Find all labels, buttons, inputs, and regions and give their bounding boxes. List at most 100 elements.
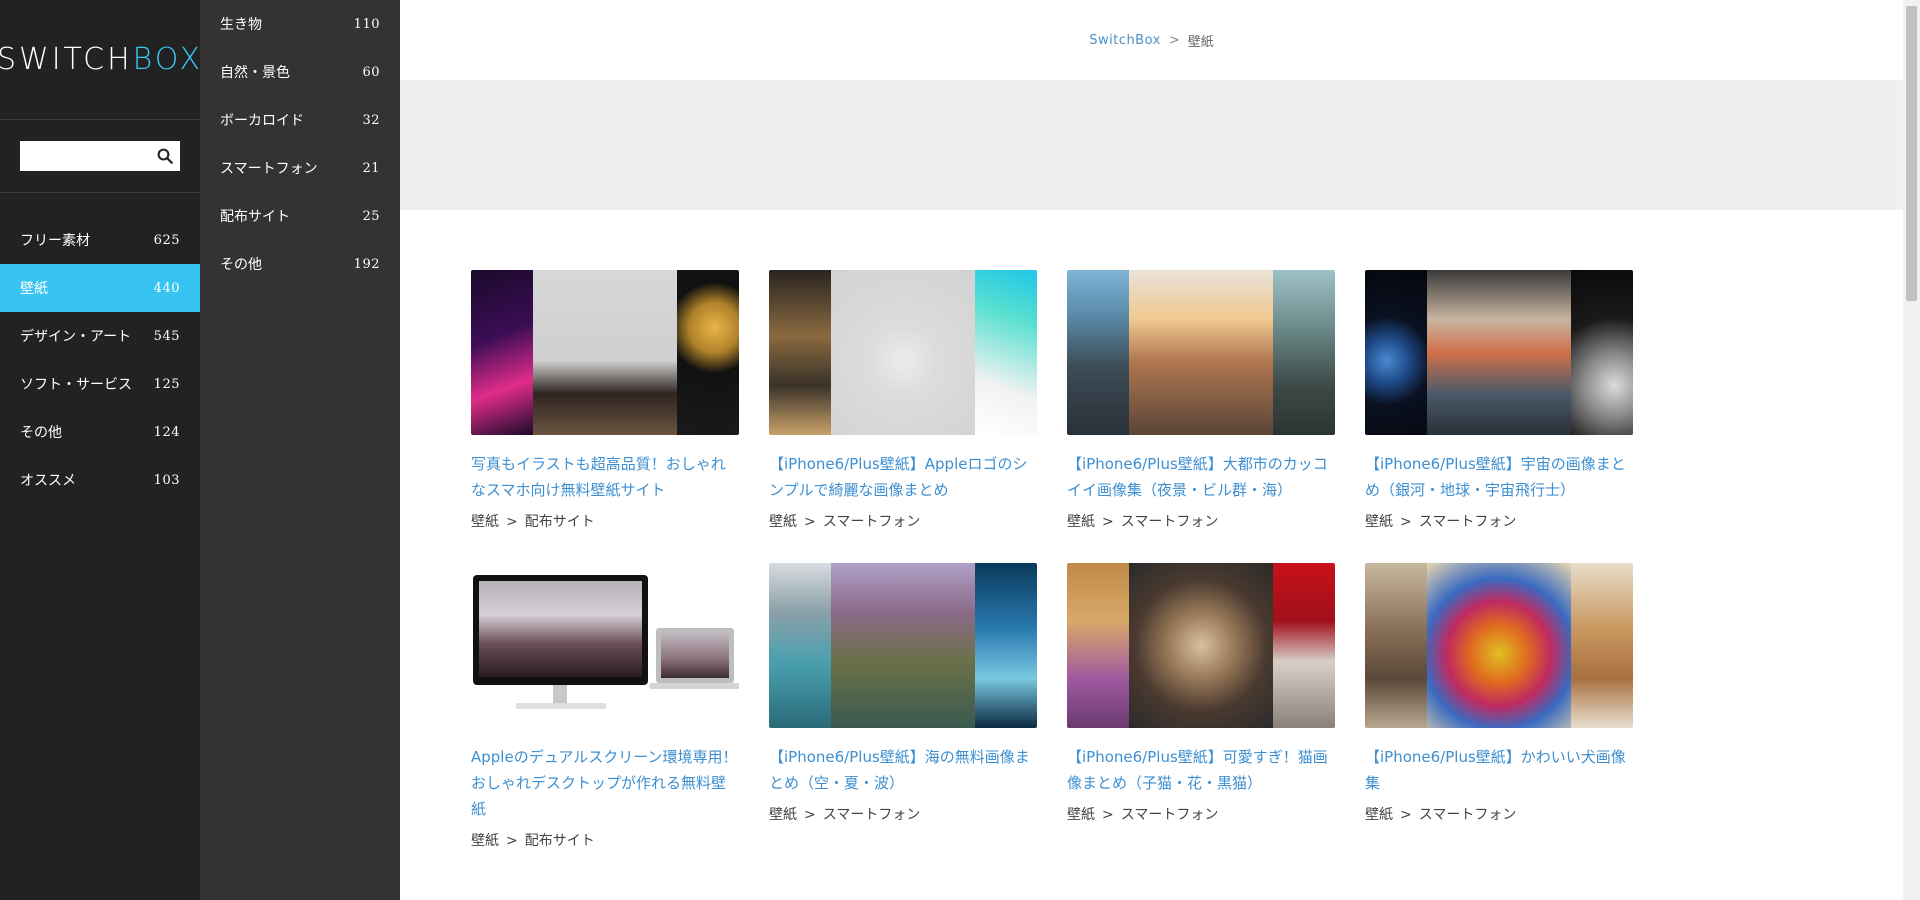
category-separator: > [1102,807,1114,823]
search-box [20,141,180,171]
subnav-item-smartphone[interactable]: スマートフォン 21 [200,144,400,192]
category-link[interactable]: 壁紙 [1067,807,1095,823]
nav-item-count: 625 [153,232,180,248]
category-separator: > [506,514,518,530]
article-thumbnail[interactable] [769,563,1037,728]
subcategory-link[interactable]: スマートフォン [1121,807,1219,823]
vertical-scrollbar[interactable] [1903,0,1920,900]
article-thumbnail[interactable] [1365,563,1633,728]
subnav-item-count: 60 [362,64,380,80]
nav-item-count: 124 [153,424,180,440]
subcategory-link[interactable]: スマートフォン [823,807,921,823]
article-card: 【iPhone6/Plus壁紙】Appleロゴのシンプルで綺麗な画像まとめ 壁紙… [769,270,1037,531]
subnav-item-count: 110 [353,16,380,32]
article-thumbnail[interactable] [769,270,1037,435]
subcategory-link[interactable]: スマートフォン [1419,514,1517,530]
article-card: 【iPhone6/Plus壁紙】かわいい犬画像集 壁紙 > スマートフォン [1365,563,1633,850]
nav-item-count: 440 [153,280,180,296]
nav-item-recommended[interactable]: オススメ 103 [0,456,200,504]
article-thumbnail[interactable] [1067,270,1335,435]
article-thumbnail[interactable] [1365,270,1633,435]
article-title-link[interactable]: Appleのデュアルスクリーン環境専用！おしゃれデスクトップが作れる無料壁紙 [471,744,739,822]
search-input[interactable] [20,141,150,171]
article-card: 写真もイラストも超高品質！おしゃれなスマホ向け無料壁紙サイト 壁紙 > 配布サイト [471,270,739,531]
nav-item-count: 545 [153,328,180,344]
subnav-item-nature[interactable]: 自然・景色 60 [200,48,400,96]
article-category: 壁紙 > 配布サイト [471,511,739,531]
subnav-item-label: その他 [220,257,262,273]
article-title-link[interactable]: 【iPhone6/Plus壁紙】大都市のカッコイイ画像集（夜景・ビル群・海） [1067,451,1335,503]
article-thumbnail[interactable] [471,563,739,728]
main-content: SwitchBox > 壁紙 写真もイラストも超高品質！おしゃれなスマホ向け無料… [400,0,1903,900]
subnav-item-label: スマートフォン [220,161,318,177]
category-separator: > [1400,807,1412,823]
category-separator: > [1400,514,1412,530]
subnav-item-label: 自然・景色 [220,65,290,81]
nav-item-label: オススメ [20,473,76,489]
subcategory-link[interactable]: 配布サイト [525,833,595,849]
category-separator: > [1102,514,1114,530]
article-title-link[interactable]: 【iPhone6/Plus壁紙】Appleロゴのシンプルで綺麗な画像まとめ [769,451,1037,503]
category-separator: > [506,833,518,849]
article-card: 【iPhone6/Plus壁紙】大都市のカッコイイ画像集（夜景・ビル群・海） 壁… [1067,270,1335,531]
primary-sidebar: SWITCH BOX フリー素材 625 壁紙 440 デザイン・アート 545 … [0,0,200,900]
article-title-link[interactable]: 【iPhone6/Plus壁紙】可愛すぎ！猫画像まとめ（子猫・花・黒猫） [1067,744,1335,796]
primary-nav: フリー素材 625 壁紙 440 デザイン・アート 545 ソフト・サービス 1… [0,216,200,504]
nav-item-label: フリー素材 [20,233,90,249]
nav-item-count: 125 [153,376,180,392]
subnav-item-count: 32 [362,112,380,128]
article-category: 壁紙 > スマートフォン [1067,804,1335,824]
subcategory-link[interactable]: 配布サイト [525,514,595,530]
secondary-sidebar: 生き物 110 自然・景色 60 ボーカロイド 32 スマートフォン 21 配布… [200,0,400,900]
nav-item-count: 103 [153,472,180,488]
nav-item-wallpaper[interactable]: 壁紙 440 [0,264,200,312]
article-card: Appleのデュアルスクリーン環境専用！おしゃれデスクトップが作れる無料壁紙 壁… [471,563,739,850]
subcategory-link[interactable]: スマートフォン [1419,807,1517,823]
subnav-item-count: 21 [362,160,380,176]
article-category: 壁紙 > スマートフォン [1365,804,1633,824]
category-link[interactable]: 壁紙 [769,807,797,823]
nav-item-label: デザイン・アート [20,329,132,345]
logo-text-switch: SWITCH [0,42,133,77]
subcategory-link[interactable]: スマートフォン [1121,514,1219,530]
search-icon[interactable] [156,147,174,165]
nav-item-software-service[interactable]: ソフト・サービス 125 [0,360,200,408]
category-link[interactable]: 壁紙 [1067,514,1095,530]
category-link[interactable]: 壁紙 [769,514,797,530]
subnav-item-creatures[interactable]: 生き物 110 [200,0,400,48]
breadcrumb-separator: > [1168,32,1180,48]
subcategory-link[interactable]: スマートフォン [823,514,921,530]
category-separator: > [804,807,816,823]
nav-item-design-art[interactable]: デザイン・アート 545 [0,312,200,360]
category-separator: > [804,514,816,530]
article-title-link[interactable]: 【iPhone6/Plus壁紙】海の無料画像まとめ（空・夏・波） [769,744,1037,796]
subnav-item-count: 25 [362,208,380,224]
nav-item-free-materials[interactable]: フリー素材 625 [0,216,200,264]
article-title-link[interactable]: 【iPhone6/Plus壁紙】宇宙の画像まとめ（銀河・地球・宇宙飛行士） [1365,451,1633,503]
breadcrumb-home-link[interactable]: SwitchBox [1089,33,1161,48]
article-thumbnail[interactable] [471,270,739,435]
subnav-item-distribution-site[interactable]: 配布サイト 25 [200,192,400,240]
category-link[interactable]: 壁紙 [1365,514,1393,530]
subnav-item-label: 配布サイト [220,209,290,225]
article-title-link[interactable]: 写真もイラストも超高品質！おしゃれなスマホ向け無料壁紙サイト [471,451,739,503]
article-category: 壁紙 > スマートフォン [1067,511,1335,531]
breadcrumb: SwitchBox > 壁紙 [400,0,1903,80]
nav-item-label: その他 [20,425,62,441]
logo[interactable]: SWITCH BOX [0,0,200,120]
search-area [0,120,200,193]
scrollbar-thumb[interactable] [1906,6,1917,301]
article-thumbnail[interactable] [1067,563,1335,728]
breadcrumb-current: 壁紙 [1187,34,1214,50]
category-link[interactable]: 壁紙 [1365,807,1393,823]
category-link[interactable]: 壁紙 [471,514,499,530]
nav-item-other[interactable]: その他 124 [0,408,200,456]
subnav-item-vocaloid[interactable]: ボーカロイド 32 [200,96,400,144]
subnav-item-other[interactable]: その他 192 [200,240,400,288]
nav-item-label: 壁紙 [20,281,48,297]
subnav-item-count: 192 [353,256,380,272]
article-card: 【iPhone6/Plus壁紙】可愛すぎ！猫画像まとめ（子猫・花・黒猫） 壁紙 >… [1067,563,1335,850]
article-title-link[interactable]: 【iPhone6/Plus壁紙】かわいい犬画像集 [1365,744,1633,796]
logo-text-box: BOX [132,42,204,77]
category-link[interactable]: 壁紙 [471,833,499,849]
